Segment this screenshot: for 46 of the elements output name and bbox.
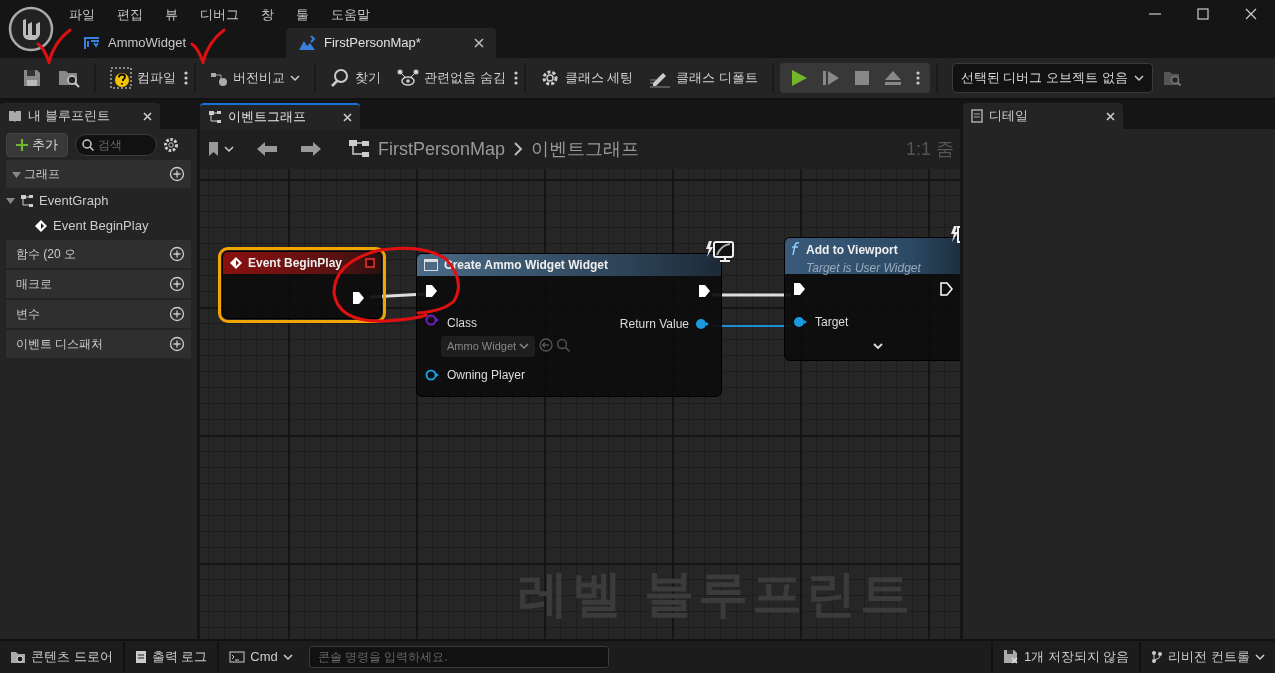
tree-item[interactable]: Event BeginPlay bbox=[6, 213, 191, 239]
category-header[interactable]: 변수 bbox=[6, 300, 191, 329]
node-subtitle: Target is User Widget bbox=[806, 260, 921, 277]
search-box[interactable]: 검색 bbox=[74, 134, 157, 156]
pin-label: Owning Player bbox=[447, 366, 526, 384]
class-dropdown[interactable]: Ammo Widget bbox=[441, 336, 536, 357]
breadcrumb-link[interactable]: 이벤트그래프 bbox=[531, 135, 640, 163]
pin-label: Target bbox=[815, 314, 849, 331]
add-button[interactable]: 추가 bbox=[6, 133, 68, 157]
category-header[interactable]: 매크로 bbox=[6, 270, 191, 299]
hide-unrelated-button[interactable]: 관련없음 숨김 bbox=[389, 68, 514, 88]
menu-item[interactable]: 창 bbox=[250, 5, 285, 25]
panel-tab[interactable]: 디테일 bbox=[963, 103, 1123, 129]
pin-label: Class bbox=[447, 315, 477, 332]
tree-item[interactable]: EventGraph bbox=[6, 188, 191, 214]
diff-button[interactable]: 버전비교 bbox=[202, 68, 308, 88]
output-log-button[interactable]: 출력 로그 bbox=[124, 647, 218, 667]
content-drawer-button[interactable]: 콘텐츠 드로어 bbox=[0, 647, 123, 667]
breadcrumb-link[interactable]: FirstPersonMap bbox=[378, 135, 506, 163]
menu-item[interactable]: 파일 bbox=[58, 5, 106, 25]
graph-node[interactable]: Add to Viewport Target is User Widget Target bbox=[784, 237, 960, 361]
category-header[interactable]: 이벤트 디스패처 bbox=[6, 330, 191, 359]
category-header[interactable]: 함수 (20 오 bbox=[6, 240, 191, 269]
compile-button[interactable]: 컴파일 bbox=[102, 67, 184, 89]
node-title: Event BeginPlay bbox=[248, 255, 343, 272]
console-input[interactable]: 콘솔 명령을 입력하세요. bbox=[308, 646, 609, 668]
document-tab[interactable]: AmmoWidget bbox=[72, 28, 199, 58]
cmd-dropdown[interactable]: Cmd bbox=[219, 647, 303, 667]
menu-item[interactable]: 편집 bbox=[106, 5, 154, 25]
revision-control-button[interactable]: 리비전 컨트롤 bbox=[1141, 647, 1275, 667]
graph-tab[interactable]: 이벤트그래프 bbox=[200, 103, 360, 129]
node-title: Add to Viewport bbox=[806, 242, 899, 259]
class-defaults-button[interactable]: 클래스 디폴트 bbox=[641, 68, 766, 88]
menu-item[interactable]: 디버그 bbox=[189, 5, 250, 25]
panel-tab[interactable]: 내 블루프린트 bbox=[0, 103, 160, 129]
menu-item[interactable]: 뷰 bbox=[154, 5, 189, 25]
pin-label: Return Value bbox=[619, 316, 689, 333]
menu-item[interactable]: 도움말 bbox=[320, 5, 381, 25]
category-header[interactable]: 그래프 bbox=[6, 160, 191, 189]
unsaved-button[interactable]: 1개 저장되지 않음 bbox=[992, 647, 1140, 667]
debug-object-dropdown[interactable]: 선택된 디버그 오브젝트 없음 bbox=[951, 63, 1153, 93]
find-button[interactable]: 찾기 bbox=[322, 68, 389, 88]
menu-item[interactable]: 툴 bbox=[285, 5, 320, 25]
document-tab[interactable]: FirstPersonMap* bbox=[286, 28, 497, 58]
search-input[interactable]: 검색 bbox=[97, 136, 148, 154]
class-settings-button[interactable]: 클래스 세팅 bbox=[531, 68, 642, 88]
